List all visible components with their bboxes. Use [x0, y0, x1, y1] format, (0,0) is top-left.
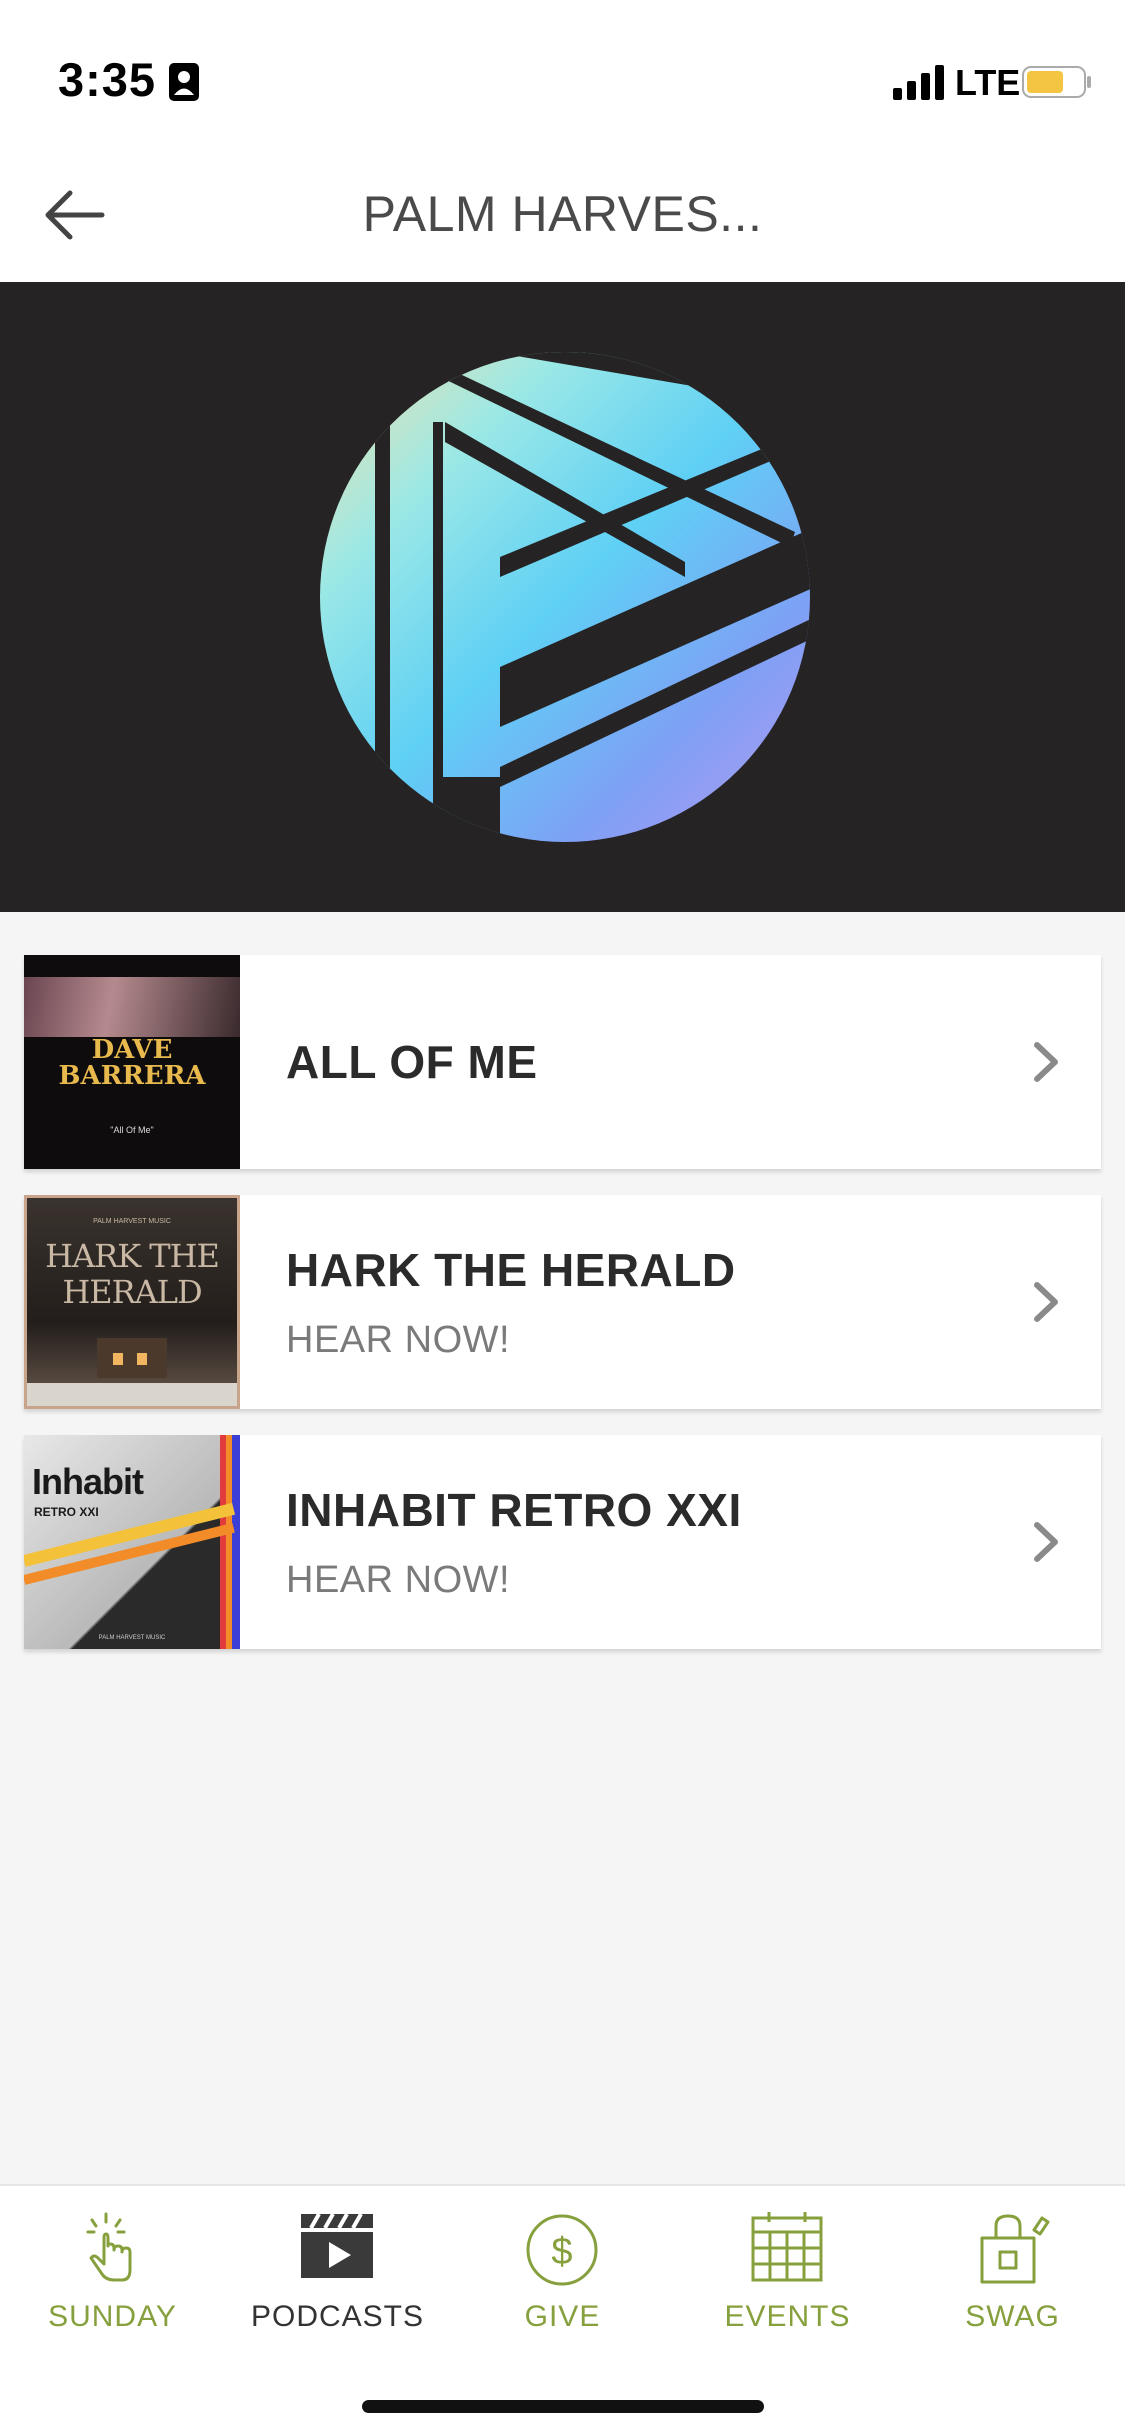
podcast-subtitle: HEAR NOW!	[286, 1558, 511, 1601]
signal-icon	[893, 65, 944, 100]
tab-sunday[interactable]: SUNDAY	[0, 2186, 225, 2346]
tab-bar: SUNDAY PODCASTS $ GIVE EVENTS SWAG	[0, 2184, 1125, 2436]
page-title: PALM HARVES...	[362, 186, 763, 242]
contact-card-icon	[169, 63, 199, 101]
chevron-right-icon	[1034, 1522, 1058, 1562]
status-time: 3:35	[58, 53, 157, 106]
play-triangle-logo	[320, 352, 810, 842]
network-type: LTE	[955, 62, 1021, 103]
podcast-artwork: Inhabit RETRO XXI PALM HARVEST MUSIC	[24, 1435, 240, 1649]
podcast-title: HARK THE HERALD	[286, 1243, 736, 1296]
podcast-artwork: DAVE BARRERA "All Of Me"	[24, 955, 240, 1169]
dollar-circle-icon: $	[526, 2214, 598, 2286]
podcast-item[interactable]: Inhabit RETRO XXI PALM HARVEST MUSIC INH…	[24, 1435, 1101, 1649]
podcast-title: ALL OF ME	[286, 1036, 538, 1088]
tab-swag[interactable]: SWAG	[900, 2186, 1125, 2346]
artwork-caption: "All Of Me"	[110, 1125, 154, 1135]
tab-give[interactable]: $ GIVE	[450, 2186, 675, 2346]
clapperboard-icon	[301, 2213, 373, 2278]
chevron-right-icon	[1034, 1282, 1058, 1322]
podcast-item[interactable]: DAVE BARRERA "All Of Me" ALL OF ME	[24, 955, 1101, 1169]
status-bar: 3:35 LTE	[0, 0, 1125, 150]
artwork-text: RETRO XXI	[34, 1505, 99, 1519]
artwork-text: HARK THE	[45, 1237, 220, 1275]
home-indicator[interactable]	[362, 2400, 764, 2413]
artwork-text: HERALD	[62, 1273, 202, 1311]
hero-banner	[0, 282, 1125, 912]
tap-hand-icon	[86, 2212, 132, 2282]
nav-header: PALM HARVES...	[0, 150, 1125, 282]
podcast-artwork: PALM HARVEST MUSIC HARK THE HERALD	[24, 1195, 240, 1409]
podcast-list: DAVE BARRERA "All Of Me" ALL OF ME PALM …	[24, 955, 1101, 1675]
tab-label: PODCASTS	[250, 2300, 425, 2333]
artwork-text: BARRERA	[58, 1061, 206, 1091]
tab-podcasts[interactable]: PODCASTS	[225, 2186, 450, 2346]
podcast-title: INHABIT RETRO XXI	[286, 1483, 742, 1536]
artwork-caption: PALM HARVEST MUSIC	[98, 1635, 166, 1641]
podcast-item[interactable]: PALM HARVEST MUSIC HARK THE HERALD HARK …	[24, 1195, 1101, 1409]
chevron-right-icon	[1034, 1042, 1058, 1082]
tab-label: GIVE	[524, 2300, 601, 2333]
shopping-bag-icon	[980, 2214, 1050, 2284]
tab-label: SUNDAY	[48, 2300, 177, 2333]
svg-text:$: $	[551, 2231, 572, 2273]
artwork-text: Inhabit	[32, 1461, 144, 1502]
podcast-subtitle: HEAR NOW!	[286, 1318, 511, 1361]
tab-label: SWAG	[965, 2300, 1060, 2333]
tab-events[interactable]: EVENTS	[675, 2186, 900, 2346]
calendar-icon	[751, 2212, 823, 2282]
battery-icon	[1022, 66, 1091, 98]
artwork-caption: PALM HARVEST MUSIC	[93, 1218, 171, 1225]
tab-label: EVENTS	[724, 2300, 851, 2333]
